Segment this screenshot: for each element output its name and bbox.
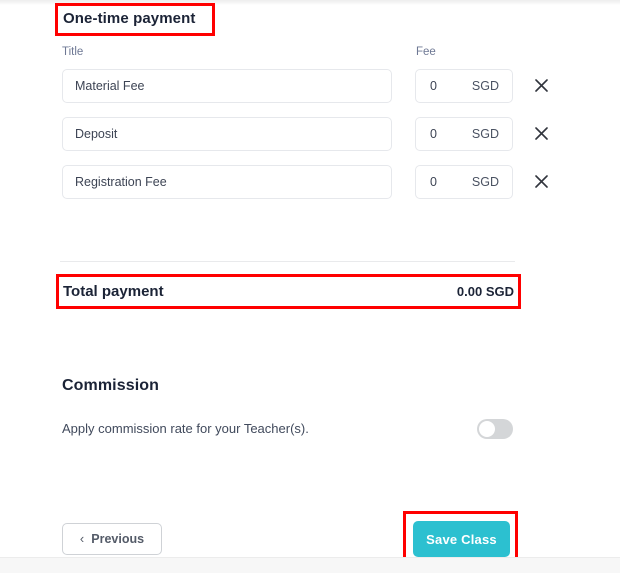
currency-label: SGD [471, 175, 499, 189]
previous-button[interactable]: ‹ Previous [62, 523, 162, 555]
currency-label: SGD [471, 127, 499, 141]
commission-description: Apply commission rate for your Teacher(s… [62, 421, 309, 436]
payment-fee-input[interactable] [430, 127, 470, 141]
toggle-knob [479, 421, 495, 437]
section-divider [60, 261, 515, 262]
payment-fee-input[interactable] [430, 175, 470, 189]
close-icon [534, 126, 548, 140]
total-payment-row: Total payment 0.00 SGD [63, 281, 514, 301]
payment-title-input[interactable] [62, 165, 392, 199]
top-edge-strip [0, 0, 620, 5]
commission-toggle[interactable] [477, 419, 513, 439]
payment-fee-field[interactable]: SGD [415, 69, 513, 103]
table-row: SGD [0, 69, 620, 103]
total-payment-value: 0.00 SGD [456, 283, 514, 299]
one-time-payment-heading: One-time payment [63, 10, 196, 27]
close-icon [534, 174, 548, 188]
currency-label: SGD [471, 79, 499, 93]
remove-row-button[interactable] [530, 170, 552, 192]
payment-fee-field[interactable]: SGD [415, 117, 513, 151]
save-class-button[interactable]: Save Class [413, 521, 510, 557]
bottom-edge-strip [0, 557, 620, 573]
table-row: SGD [0, 117, 620, 151]
close-icon [534, 78, 548, 92]
previous-button-label: Previous [91, 532, 145, 546]
payment-title-input[interactable] [62, 69, 392, 103]
payment-fee-field[interactable]: SGD [415, 165, 513, 199]
payment-settings-page: One-time payment Title Fee SGD SGD [0, 0, 620, 573]
payment-title-input[interactable] [62, 117, 392, 151]
total-payment-label: Total payment [63, 282, 164, 300]
remove-row-button[interactable] [530, 74, 552, 96]
payment-fee-input[interactable] [430, 79, 470, 93]
chevron-left-icon: ‹ [79, 531, 85, 546]
remove-row-button[interactable] [530, 122, 552, 144]
column-header-title: Title [62, 46, 84, 58]
table-row: SGD [0, 165, 620, 199]
column-header-fee: Fee [416, 46, 436, 58]
commission-heading: Commission [62, 377, 160, 394]
